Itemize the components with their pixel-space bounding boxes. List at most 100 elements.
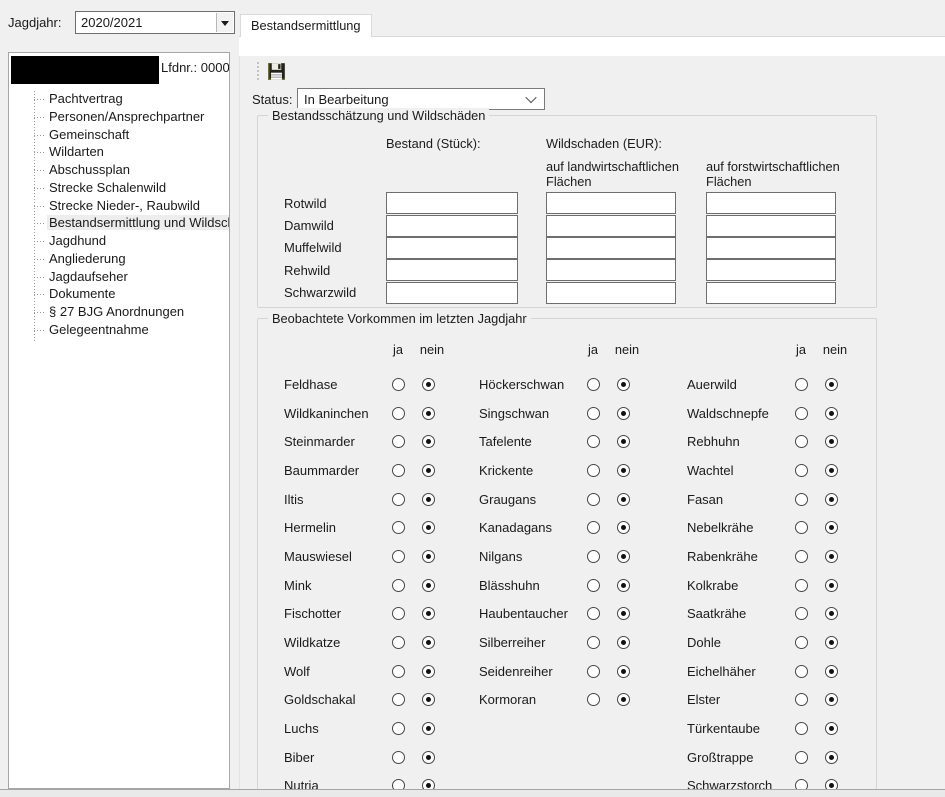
radio-ja[interactable] bbox=[795, 464, 808, 477]
bestand-stueck-input[interactable] bbox=[386, 215, 518, 237]
radio-ja[interactable] bbox=[392, 493, 405, 506]
bestand-stueck-input[interactable] bbox=[386, 259, 518, 281]
tree-item[interactable]: Angliederung bbox=[9, 250, 229, 268]
radio-nein[interactable] bbox=[422, 636, 435, 649]
radio-nein[interactable] bbox=[617, 607, 630, 620]
jagdjahr-combobox[interactable]: 2020/2021 bbox=[75, 11, 235, 34]
tree-item[interactable]: Dokumente bbox=[9, 285, 229, 303]
radio-ja[interactable] bbox=[795, 378, 808, 391]
radio-nein[interactable] bbox=[825, 550, 838, 563]
radio-ja[interactable] bbox=[392, 521, 405, 534]
radio-nein[interactable] bbox=[422, 407, 435, 420]
tree-item[interactable]: § 27 BJG Anordnungen bbox=[9, 303, 229, 321]
wildschaden-landwirtschaft-input[interactable] bbox=[546, 237, 676, 259]
radio-ja[interactable] bbox=[795, 521, 808, 534]
radio-nein[interactable] bbox=[617, 579, 630, 592]
radio-ja[interactable] bbox=[795, 607, 808, 620]
radio-nein[interactable] bbox=[825, 407, 838, 420]
radio-ja[interactable] bbox=[795, 493, 808, 506]
radio-nein[interactable] bbox=[422, 722, 435, 735]
tree-item[interactable]: Bestandsermittlung und Wildschaden bbox=[9, 214, 229, 232]
wildschaden-forstwirtschaft-input[interactable] bbox=[706, 259, 836, 281]
radio-ja[interactable] bbox=[392, 550, 405, 563]
radio-ja[interactable] bbox=[392, 636, 405, 649]
radio-ja[interactable] bbox=[795, 435, 808, 448]
radio-nein[interactable] bbox=[825, 665, 838, 678]
radio-ja[interactable] bbox=[392, 693, 405, 706]
status-combobox[interactable]: In Bearbeitung bbox=[297, 88, 545, 110]
radio-nein[interactable] bbox=[617, 521, 630, 534]
radio-ja[interactable] bbox=[795, 636, 808, 649]
radio-ja[interactable] bbox=[587, 607, 600, 620]
wildschaden-landwirtschaft-input[interactable] bbox=[546, 215, 676, 237]
radio-ja[interactable] bbox=[587, 550, 600, 563]
radio-nein[interactable] bbox=[422, 693, 435, 706]
bestand-stueck-input[interactable] bbox=[386, 192, 518, 214]
radio-ja[interactable] bbox=[392, 464, 405, 477]
radio-ja[interactable] bbox=[587, 665, 600, 678]
radio-ja[interactable] bbox=[795, 550, 808, 563]
radio-nein[interactable] bbox=[422, 493, 435, 506]
radio-nein[interactable] bbox=[422, 579, 435, 592]
tree-item[interactable]: Abschussplan bbox=[9, 161, 229, 179]
radio-ja[interactable] bbox=[795, 693, 808, 706]
save-button[interactable] bbox=[264, 59, 288, 83]
radio-nein[interactable] bbox=[617, 636, 630, 649]
radio-ja[interactable] bbox=[392, 435, 405, 448]
radio-nein[interactable] bbox=[422, 378, 435, 391]
bestand-stueck-input[interactable] bbox=[386, 237, 518, 259]
dropdown-arrow-icon[interactable] bbox=[216, 13, 233, 32]
radio-nein[interactable] bbox=[422, 464, 435, 477]
radio-nein[interactable] bbox=[825, 751, 838, 764]
radio-nein[interactable] bbox=[617, 493, 630, 506]
radio-ja[interactable] bbox=[587, 693, 600, 706]
wildschaden-landwirtschaft-input[interactable] bbox=[546, 192, 676, 214]
radio-ja[interactable] bbox=[587, 579, 600, 592]
radio-nein[interactable] bbox=[825, 722, 838, 735]
radio-nein[interactable] bbox=[422, 607, 435, 620]
tree-item[interactable]: Wildarten bbox=[9, 143, 229, 161]
radio-nein[interactable] bbox=[825, 607, 838, 620]
wildschaden-forstwirtschaft-input[interactable] bbox=[706, 192, 836, 214]
tab-bestandsermittlung[interactable]: Bestandsermittlung bbox=[240, 14, 372, 37]
wildschaden-forstwirtschaft-input[interactable] bbox=[706, 237, 836, 259]
radio-nein[interactable] bbox=[825, 464, 838, 477]
radio-nein[interactable] bbox=[825, 636, 838, 649]
toolbar-grip[interactable] bbox=[257, 62, 259, 80]
radio-ja[interactable] bbox=[587, 493, 600, 506]
radio-nein[interactable] bbox=[422, 665, 435, 678]
radio-ja[interactable] bbox=[795, 751, 808, 764]
radio-ja[interactable] bbox=[587, 464, 600, 477]
radio-ja[interactable] bbox=[392, 579, 405, 592]
radio-ja[interactable] bbox=[392, 722, 405, 735]
tree-item[interactable]: Gemeinschaft bbox=[9, 126, 229, 144]
radio-ja[interactable] bbox=[795, 665, 808, 678]
radio-ja[interactable] bbox=[587, 521, 600, 534]
radio-nein[interactable] bbox=[825, 378, 838, 391]
radio-ja[interactable] bbox=[392, 378, 405, 391]
tree-item[interactable]: Jagdhund bbox=[9, 232, 229, 250]
radio-ja[interactable] bbox=[392, 751, 405, 764]
bestand-stueck-input[interactable] bbox=[386, 282, 518, 304]
radio-ja[interactable] bbox=[587, 636, 600, 649]
wildschaden-landwirtschaft-input[interactable] bbox=[546, 259, 676, 281]
tree-item[interactable]: Gelegeentnahme bbox=[9, 321, 229, 339]
radio-nein[interactable] bbox=[825, 435, 838, 448]
radio-nein[interactable] bbox=[617, 378, 630, 391]
radio-ja[interactable] bbox=[392, 407, 405, 420]
radio-nein[interactable] bbox=[617, 407, 630, 420]
radio-ja[interactable] bbox=[392, 607, 405, 620]
horizontal-scrollbar[interactable] bbox=[0, 789, 945, 797]
radio-nein[interactable] bbox=[422, 521, 435, 534]
radio-nein[interactable] bbox=[422, 435, 435, 448]
tree-item[interactable]: Strecke Nieder-, Raubwild bbox=[9, 197, 229, 215]
radio-ja[interactable] bbox=[795, 722, 808, 735]
wildschaden-landwirtschaft-input[interactable] bbox=[546, 282, 676, 304]
radio-ja[interactable] bbox=[587, 378, 600, 391]
radio-nein[interactable] bbox=[617, 435, 630, 448]
radio-nein[interactable] bbox=[617, 550, 630, 563]
radio-nein[interactable] bbox=[825, 493, 838, 506]
wildschaden-forstwirtschaft-input[interactable] bbox=[706, 282, 836, 304]
radio-nein[interactable] bbox=[422, 550, 435, 563]
tree-item[interactable]: Strecke Schalenwild bbox=[9, 179, 229, 197]
